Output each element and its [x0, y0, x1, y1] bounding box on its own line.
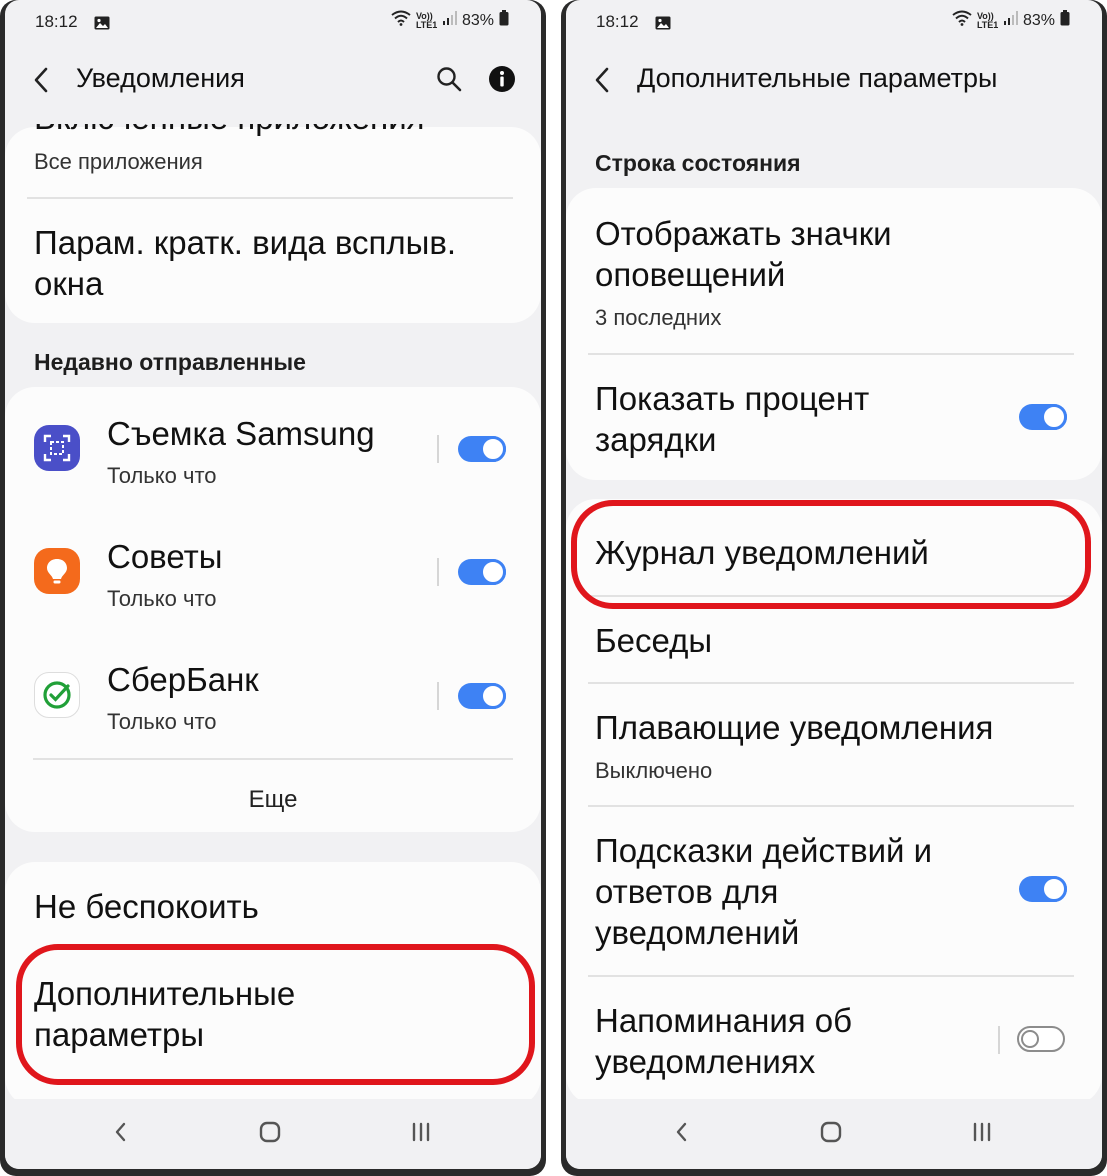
divider — [33, 758, 513, 760]
tips-toggle[interactable] — [458, 559, 506, 585]
toggle-separator — [437, 558, 439, 586]
back-icon[interactable] — [29, 63, 53, 102]
battery-percent-toggle[interactable] — [1019, 404, 1067, 430]
samsung-capture-icon — [34, 425, 80, 471]
wifi-icon — [952, 10, 972, 31]
floating-value: Выключено — [595, 758, 713, 783]
toggle-separator — [998, 1026, 1000, 1054]
app-time: Только что — [107, 463, 217, 488]
status-bar: 18:12 Vo)) LTE1 83% — [596, 10, 1070, 36]
back-icon[interactable] — [590, 63, 614, 102]
recents-icon[interactable] — [970, 1117, 994, 1152]
nav-bar — [5, 1099, 541, 1169]
divider — [27, 197, 513, 199]
status-right: Vo)) LTE1 83% — [391, 10, 509, 31]
volte-icon: Vo)) LTE1 — [976, 10, 999, 30]
battery-icon — [1060, 10, 1070, 31]
do-not-disturb-item[interactable]: Не беспокоить — [34, 886, 259, 927]
app-name: СберБанк — [107, 661, 259, 698]
phone-right: 18:12 Vo)) LTE1 83% Дополнительные парам… — [561, 0, 1107, 1176]
status-bar: 18:12 Vo)) LTE1 83% — [35, 10, 509, 36]
sberbank-toggle[interactable] — [458, 683, 506, 709]
status-section-title: Строка состояния — [595, 150, 801, 176]
app-name: Съемка Samsung — [107, 415, 375, 452]
divider — [588, 353, 1074, 355]
left-screen: 18:12 Vo)) LTE1 83% Уведомления Включенн… — [5, 0, 541, 1169]
toggle-separator — [437, 682, 439, 710]
app-bar: Дополнительные параметры — [566, 57, 1102, 105]
app-time: Только что — [107, 709, 217, 734]
status-right: Vo)) LTE1 83% — [952, 10, 1070, 31]
recent-section-title: Недавно отправленные — [34, 349, 306, 375]
divider — [588, 975, 1074, 977]
back-nav-icon[interactable] — [670, 1117, 692, 1152]
sberbank-icon — [34, 672, 80, 718]
highlight-history — [571, 500, 1091, 609]
enabled-apps-value[interactable]: Все приложения — [34, 149, 203, 175]
gallery-icon — [94, 15, 110, 35]
nav-bar — [566, 1099, 1102, 1169]
toggle-separator — [437, 435, 439, 463]
conversations-item[interactable]: Беседы — [595, 620, 712, 661]
home-icon[interactable] — [819, 1117, 843, 1152]
home-icon[interactable] — [258, 1117, 282, 1152]
floating-title: Плавающие уведомления — [595, 709, 994, 746]
battery-percent-title: Показать процент зарядки — [595, 380, 870, 458]
show-icons-title: Отображать значки оповещений — [595, 215, 892, 293]
recent-apps-card: Съемка Samsung Только что Советы Только … — [5, 387, 541, 832]
volte-icon: Vo)) LTE1 — [415, 10, 438, 30]
page-title: Уведомления — [76, 63, 245, 93]
divider — [588, 682, 1074, 684]
phone-left: 18:12 Vo)) LTE1 83% Уведомления Включенн… — [0, 0, 546, 1176]
suggestions-toggle[interactable] — [1019, 876, 1067, 902]
app-name: Советы — [107, 538, 223, 575]
highlight-advanced — [16, 944, 535, 1085]
status-time: 18:12 — [596, 12, 639, 31]
tips-bulb-icon — [34, 548, 80, 594]
page-title: Дополнительные параметры — [637, 63, 998, 93]
battery-percent: 83% — [1022, 11, 1055, 29]
signal-icon — [1003, 11, 1018, 30]
reminders-title: Напоминания об уведомлениях — [595, 1002, 853, 1080]
status-card: Отображать значки оповещений 3 последних… — [566, 188, 1102, 480]
samsung-capture-toggle[interactable] — [458, 436, 506, 462]
right-screen: 18:12 Vo)) LTE1 83% Дополнительные парам… — [566, 0, 1102, 1169]
reminders-toggle[interactable] — [1017, 1026, 1065, 1052]
wifi-icon — [391, 10, 411, 31]
show-icons-value: 3 последних — [595, 305, 722, 330]
app-bar: Уведомления — [5, 57, 541, 105]
battery-icon — [499, 10, 509, 31]
info-icon[interactable] — [488, 65, 516, 98]
status-time: 18:12 — [35, 12, 78, 31]
battery-percent: 83% — [461, 11, 494, 29]
gallery-icon — [655, 15, 671, 35]
app-time: Только что — [107, 586, 217, 611]
divider — [588, 805, 1074, 807]
recents-icon[interactable] — [409, 1117, 433, 1152]
popup-settings-item[interactable]: Парам. кратк. вида всплыв. окна — [34, 222, 519, 304]
more-button[interactable]: Еще — [5, 786, 541, 814]
search-icon[interactable] — [435, 65, 463, 98]
back-nav-icon[interactable] — [109, 1117, 131, 1152]
signal-icon — [442, 11, 457, 30]
suggestions-title: Подсказки действий и ответов для уведомл… — [595, 832, 933, 951]
enabled-apps-card: Включенные приложения Все приложения Пар… — [5, 124, 541, 323]
